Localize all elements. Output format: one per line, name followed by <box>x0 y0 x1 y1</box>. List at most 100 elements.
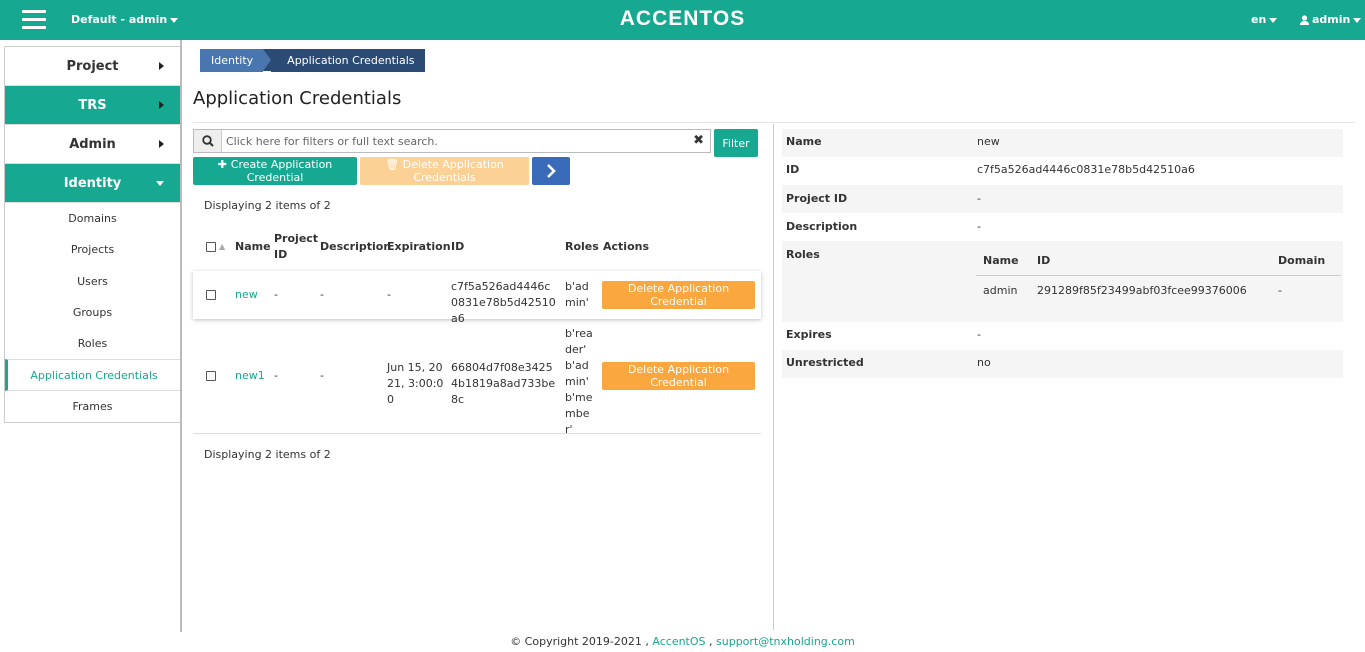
detail-row-id: ID c7f5a526ad4446c0831e78b5d42510a6 <box>782 157 1343 185</box>
row-checkbox[interactable] <box>206 290 216 300</box>
detail-label: Name <box>786 135 822 148</box>
row-delete-button[interactable]: Delete Application Credential <box>602 362 755 390</box>
detail-row-name: Name new <box>782 129 1343 157</box>
sidebar: Project TRS Admin Identity Domains Proje… <box>4 46 181 424</box>
create-application-credential-button[interactable]: ✚ Create Application Credential <box>193 157 357 185</box>
detail-value: new <box>977 135 1000 148</box>
page-title: Application Credentials <box>193 88 402 109</box>
select-all-checkbox[interactable] <box>206 242 216 252</box>
detail-label: Roles <box>786 248 820 261</box>
trash-icon: 🗑 <box>385 158 403 171</box>
sidebar-group-label: Project <box>66 58 119 74</box>
footer-separator: , <box>709 635 713 648</box>
chevron-right-icon <box>547 164 556 178</box>
detail-label: Project ID <box>786 192 848 205</box>
detail-value: - <box>977 192 981 205</box>
detail-value: no <box>977 356 991 369</box>
sidebar-item-frames[interactable]: Frames <box>5 391 180 422</box>
row-id: 66804d7f08e34254b1819a8ad733be8c <box>451 361 556 406</box>
column-header-id[interactable]: ID <box>451 239 464 255</box>
detail-value: c7f5a526ad4446c0831e78b5d42510a6 <box>977 163 1195 176</box>
search-icon <box>201 135 214 147</box>
row-roles: b'reader' b'admin' b'member' <box>565 327 593 436</box>
detail-label: ID <box>786 163 800 176</box>
row-expiration: Jun 15, 2021, 3:00:00 <box>387 361 444 406</box>
sidebar-item-users[interactable]: Users <box>5 266 180 297</box>
sidebar-group-identity[interactable]: Identity <box>5 164 180 203</box>
chevron-right-icon <box>159 140 164 148</box>
display-count-bottom: Displaying 2 items of 2 <box>204 448 331 461</box>
detail-row-roles: Roles Name ID Domain admin 291289f85f234… <box>782 241 1343 322</box>
sidebar-item-domains[interactable]: Domains <box>5 203 180 234</box>
column-header-name[interactable]: Name <box>235 239 271 255</box>
sidebar-group-admin[interactable]: Admin <box>5 125 180 164</box>
column-header-description[interactable]: Description <box>320 239 391 255</box>
row-checkbox[interactable] <box>206 371 216 381</box>
delete-application-credentials-button[interactable]: 🗑 Delete Application Credentials <box>360 157 529 185</box>
chevron-down-icon <box>156 181 164 186</box>
top-bar: Default - admin ACCENTOS en admin <box>0 0 1365 40</box>
column-header-project-id[interactable]: Project ID <box>274 231 318 263</box>
chevron-right-icon <box>159 101 164 109</box>
sidebar-item-roles[interactable]: Roles <box>5 328 180 359</box>
breadcrumb-separator <box>263 49 272 71</box>
sort-asc-icon[interactable]: ▲ <box>219 239 225 255</box>
roles-header-domain: Domain <box>1278 254 1326 267</box>
row-expiration: - <box>387 288 391 301</box>
detail-row-expires: Expires - <box>782 322 1343 350</box>
detail-label: Description <box>786 220 858 233</box>
footer: © Copyright 2019-2021 , AccentOS , suppo… <box>0 635 1365 648</box>
detail-row-description: Description - <box>782 213 1343 241</box>
footer-email-link[interactable]: support@tnxholding.com <box>716 635 855 648</box>
row-name-link[interactable]: new <box>235 287 258 303</box>
footer-brand-link[interactable]: AccentOS <box>652 635 705 648</box>
chevron-down-icon <box>1353 17 1362 23</box>
row-delete-button[interactable]: Delete Application Credential <box>602 281 755 309</box>
app-logo: ACCENTOS <box>619 7 746 30</box>
column-header-actions: Actions <box>603 240 649 253</box>
sidebar-divider <box>180 40 182 632</box>
footer-copyright: © Copyright 2019-2021 , <box>510 635 649 648</box>
roles-header-name: Name <box>983 254 1019 267</box>
roles-cell-name: admin <box>983 284 1018 297</box>
row-project-id: - <box>274 369 278 382</box>
sidebar-group-trs[interactable]: TRS <box>5 86 180 125</box>
row-description: - <box>320 369 324 382</box>
sidebar-group-label: TRS <box>78 97 107 113</box>
next-button[interactable] <box>532 157 570 185</box>
row-name-link[interactable]: new1 <box>235 368 265 384</box>
sidebar-item-projects[interactable]: Projects <box>5 234 180 265</box>
detail-row-project-id: Project ID - <box>782 185 1343 213</box>
search-input[interactable] <box>226 132 686 150</box>
row-description: - <box>320 288 324 301</box>
roles-cell-domain: - <box>1278 284 1282 297</box>
table-bottom-rule <box>193 433 761 434</box>
roles-cell-id: 291289f85f23499abf03fcee99376006 <box>1037 284 1247 297</box>
sidebar-item-groups[interactable]: Groups <box>5 297 180 328</box>
filter-button[interactable]: Filter <box>714 129 758 157</box>
breadcrumb-identity[interactable]: Identity <box>200 49 264 72</box>
detail-label: Expires <box>786 328 832 341</box>
language-label: en <box>1251 13 1267 26</box>
detail-row-unrestricted: Unrestricted no <box>782 350 1343 378</box>
row-id: c7f5a526ad4446c0831e78b5d42510a6 <box>451 280 556 325</box>
sidebar-group-label: Admin <box>69 136 116 152</box>
language-picker[interactable]: en <box>1251 13 1278 26</box>
column-header-expiration[interactable]: Expiration <box>387 239 451 255</box>
detail-value: - <box>977 220 981 233</box>
create-button-label: Create Application Credential <box>230 158 333 184</box>
user-icon <box>1300 15 1309 25</box>
delete-multi-label: Delete Application Credentials <box>402 158 504 184</box>
clear-search-icon[interactable]: ✖ <box>693 133 704 148</box>
breadcrumb-current: Application Credentials <box>271 49 426 72</box>
detail-label: Unrestricted <box>786 356 864 369</box>
roles-header-id: ID <box>1037 254 1051 267</box>
user-menu[interactable]: admin <box>1300 13 1362 26</box>
divider <box>193 122 1355 123</box>
sidebar-group-project[interactable]: Project <box>5 47 180 86</box>
panel-divider <box>773 124 774 630</box>
column-header-roles[interactable]: Roles <box>565 239 599 255</box>
sidebar-item-application-credentials[interactable]: Application Credentials <box>5 359 180 391</box>
chevron-right-icon <box>159 62 164 70</box>
search-addon <box>194 130 222 152</box>
